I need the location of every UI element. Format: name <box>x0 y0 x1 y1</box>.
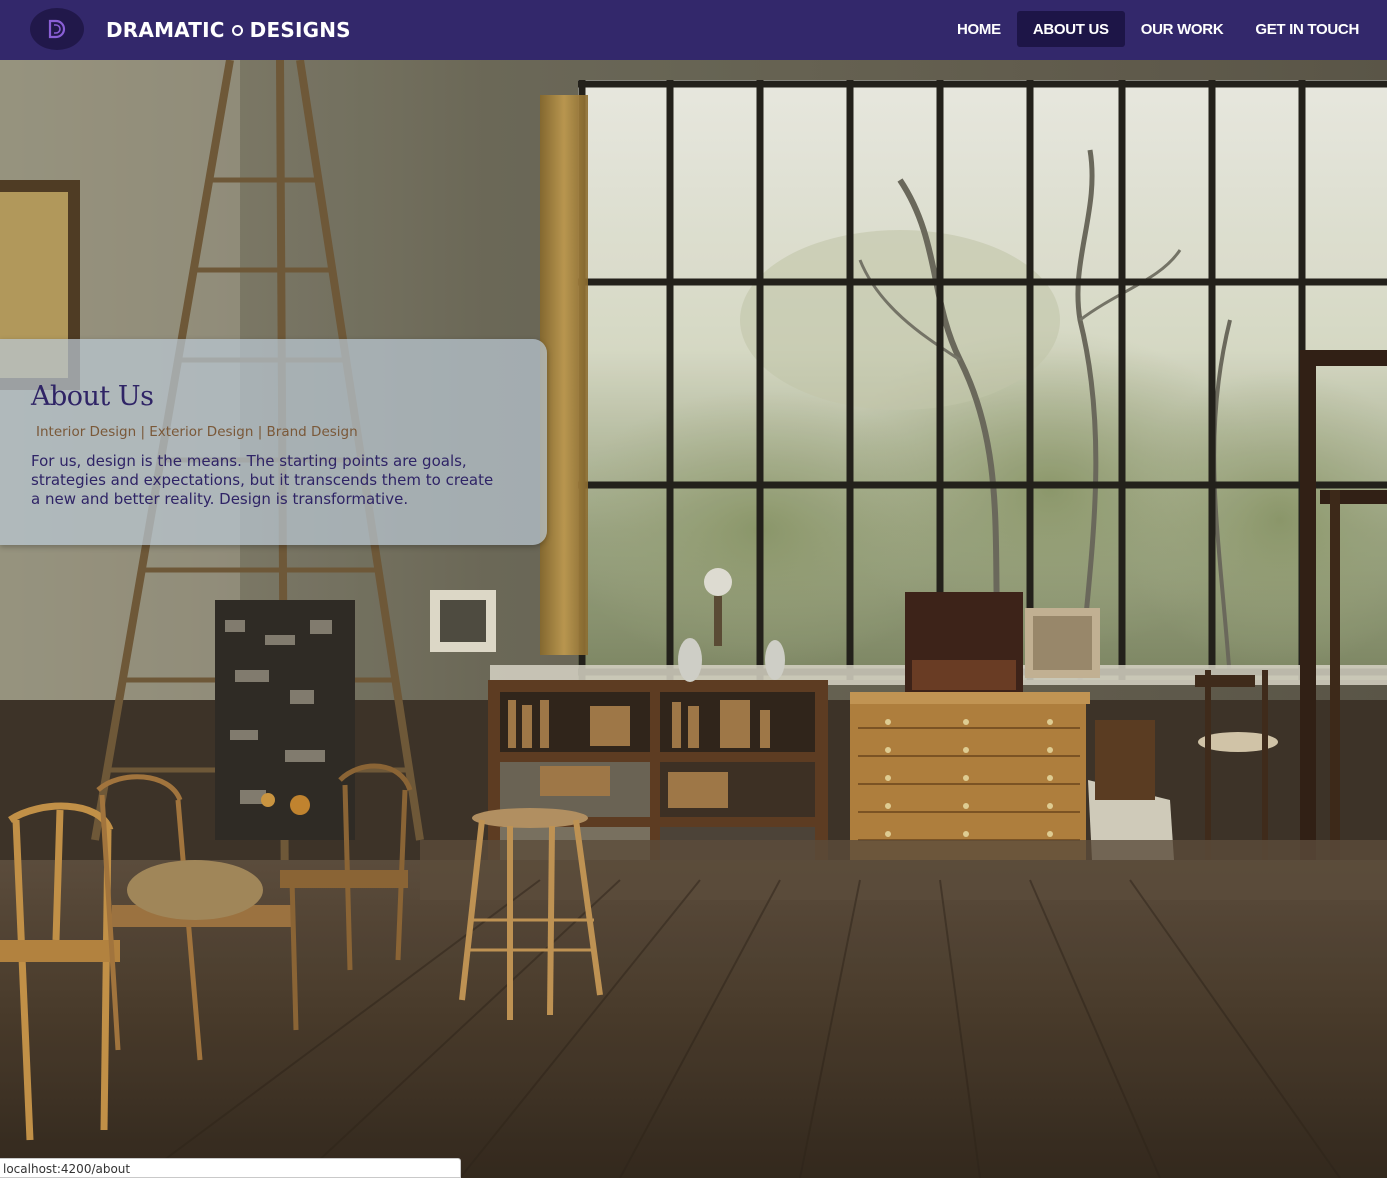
brand-name-right: DESIGNS <box>249 18 351 42</box>
hero-background-image <box>0 60 1387 1178</box>
brand-name-left: DRAMATIC <box>106 18 225 42</box>
top-navbar: DRAMATIC DESIGNS HOME ABOUT US OUR WORK … <box>0 0 1387 60</box>
nav-item-get-in-touch[interactable]: GET IN TOUCH <box>1239 11 1375 47</box>
nav-item-home[interactable]: HOME <box>941 11 1017 47</box>
logo-icon[interactable] <box>30 8 84 50</box>
nav-item-our-work[interactable]: OUR WORK <box>1125 11 1240 47</box>
about-description: For us, design is the means. The startin… <box>31 452 494 508</box>
studio-scene-image <box>0 60 1387 1178</box>
brand-name[interactable]: DRAMATIC DESIGNS <box>106 0 351 60</box>
about-title: About Us <box>31 381 154 412</box>
brand-circle-icon <box>231 24 243 36</box>
nav-links: HOME ABOUT US OUR WORK GET IN TOUCH <box>941 11 1375 47</box>
about-card: About Us Interior Design | Exterior Desi… <box>0 339 547 545</box>
status-bar-url: localhost:4200/about <box>0 1158 461 1178</box>
nav-item-about-us[interactable]: ABOUT US <box>1016 11 1125 47</box>
about-tagline: Interior Design | Exterior Design | Bran… <box>36 424 358 440</box>
logo-d-icon <box>48 19 66 39</box>
